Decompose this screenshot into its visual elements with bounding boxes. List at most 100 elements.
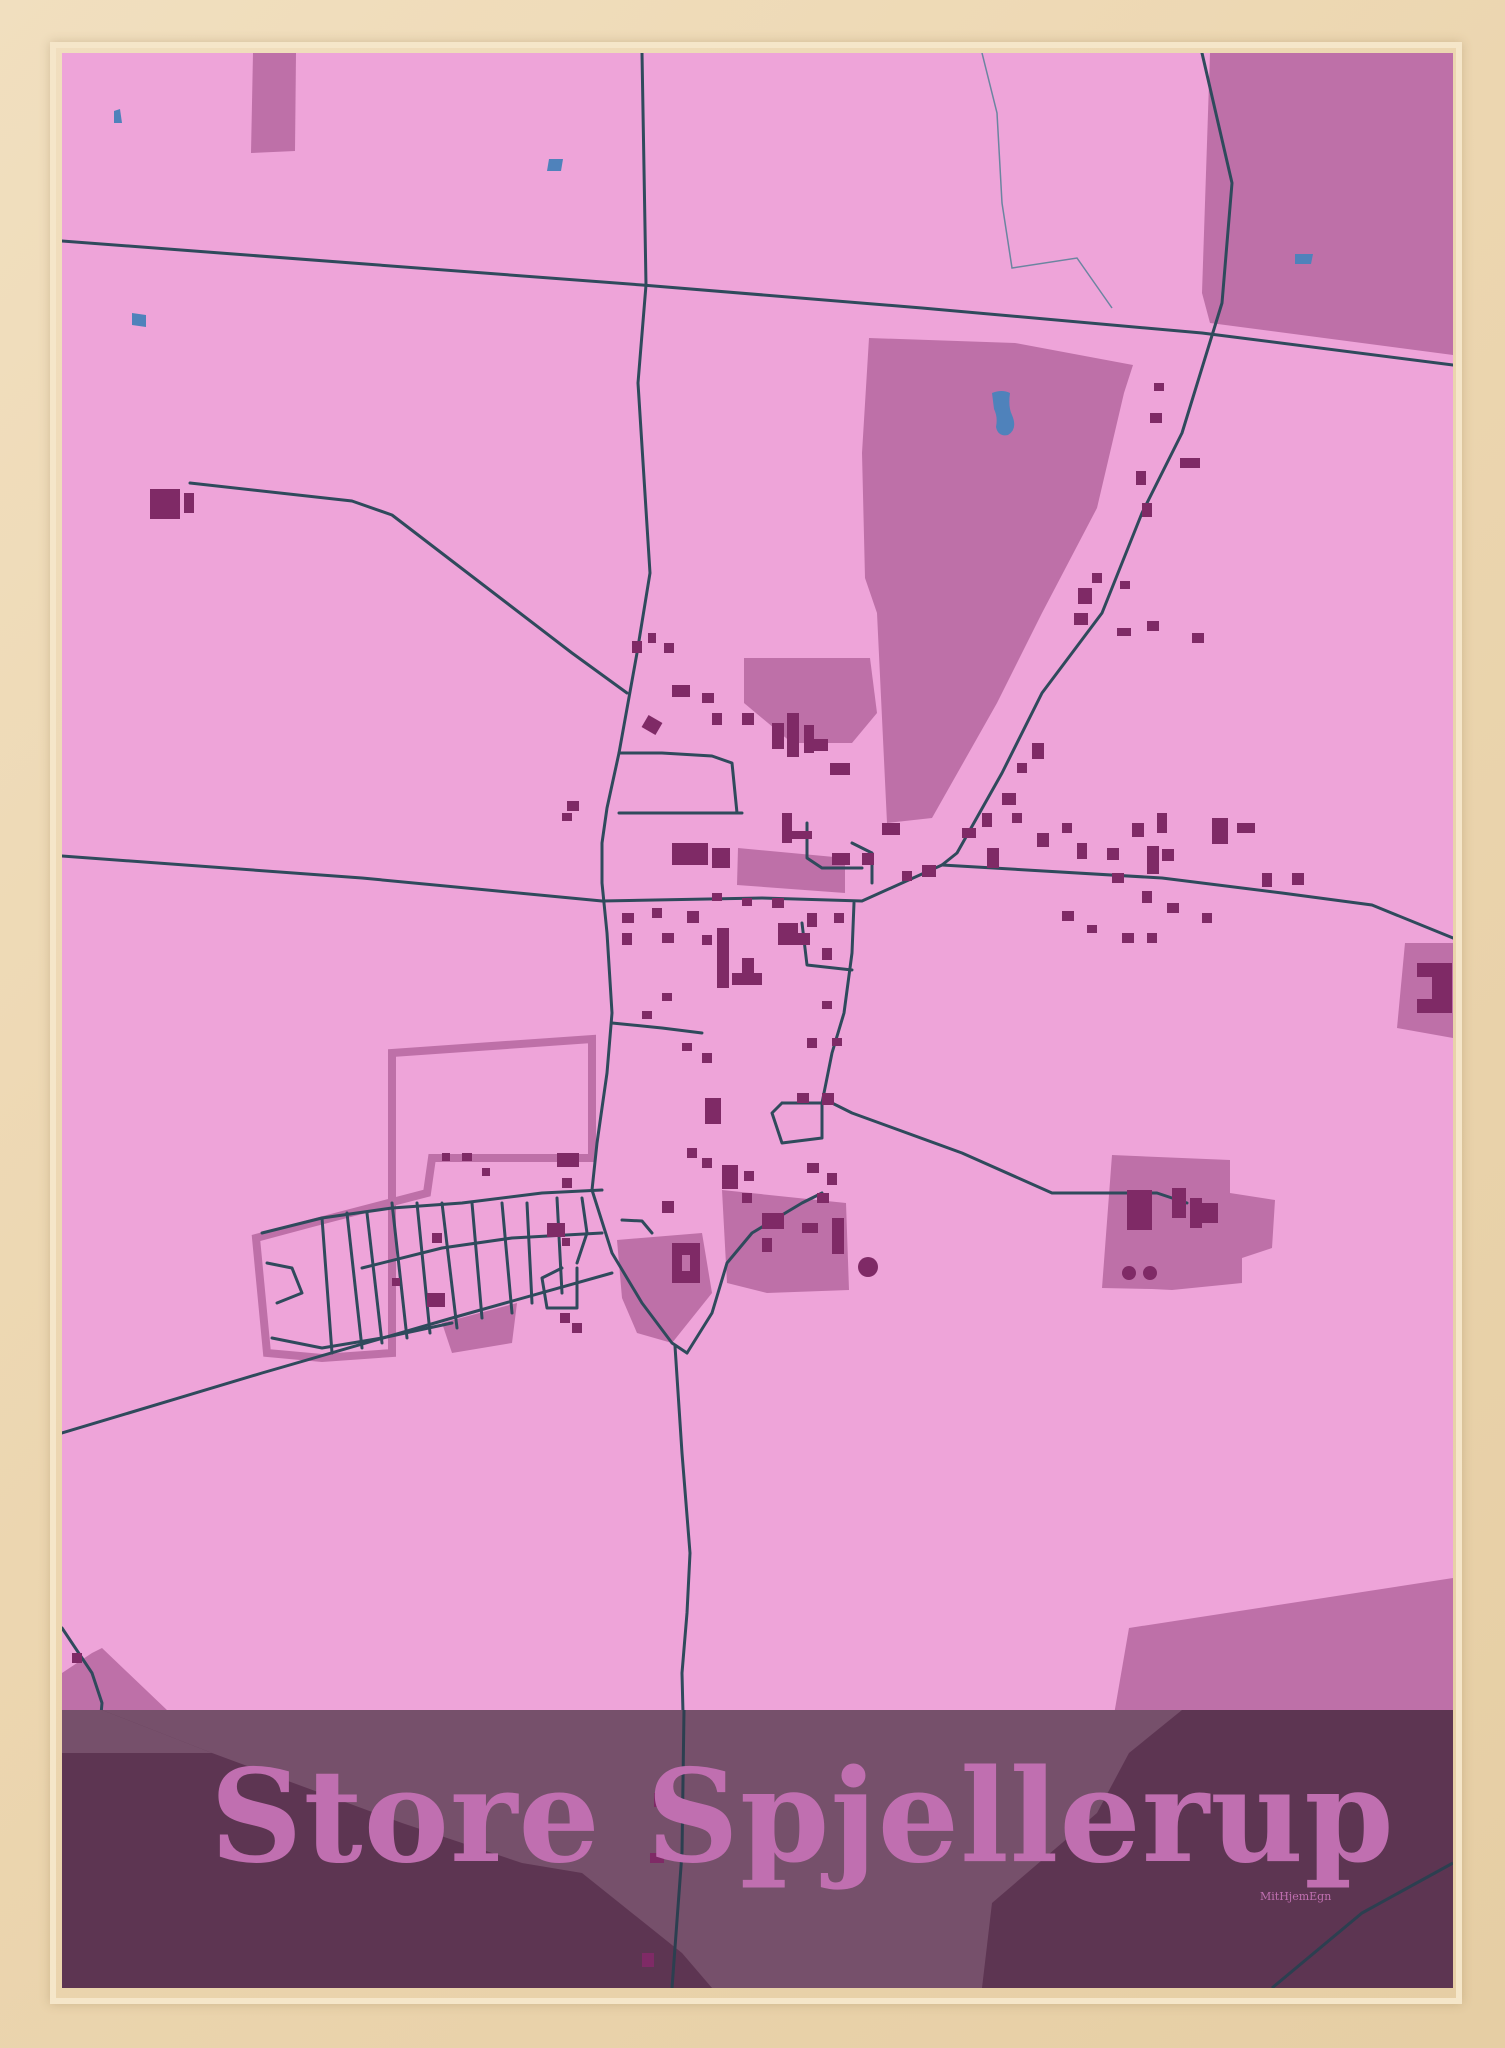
- building-icon: [392, 1278, 400, 1286]
- building-icon: [442, 1153, 450, 1161]
- building-icon: [712, 713, 722, 725]
- building-icon: [1062, 823, 1072, 833]
- building-icon: [798, 933, 810, 945]
- building-icon: [1062, 911, 1074, 921]
- building-icon: [1136, 471, 1146, 485]
- building-icon: [622, 913, 634, 923]
- building-icon: [832, 1218, 844, 1254]
- building-icon: [782, 813, 792, 843]
- building-icon: [862, 853, 874, 865]
- building-icon: [1202, 1203, 1218, 1223]
- building-icon: [672, 685, 690, 697]
- building-icon: [482, 1168, 490, 1176]
- building-icon: [1262, 873, 1272, 887]
- building-icon: [742, 1193, 752, 1203]
- area-north-strip: [251, 53, 296, 153]
- area-northeast: [1202, 53, 1453, 355]
- building-icon: [742, 713, 754, 725]
- building-icon: [797, 1093, 809, 1103]
- map-poster: Store Spjellerup MitHjemEgn: [62, 53, 1453, 1988]
- building-icon: [1032, 743, 1044, 759]
- area-south-center: [722, 1190, 849, 1293]
- building-icon: [712, 848, 730, 868]
- building-icon: [1167, 903, 1179, 913]
- building-icon: [832, 853, 850, 865]
- building-icon: [987, 848, 999, 868]
- building-icon: [822, 948, 832, 960]
- building-icon: [622, 933, 632, 945]
- building-icon: [1077, 843, 1087, 859]
- water-pond-icon: [132, 313, 146, 327]
- building-icon: [702, 693, 714, 703]
- building-icon: [1087, 925, 1097, 933]
- building-icon: [742, 958, 754, 974]
- building-icon: [762, 1238, 772, 1252]
- building-icon: [427, 1293, 445, 1307]
- building-icon: [814, 739, 828, 751]
- building-icon: [432, 1233, 442, 1243]
- building-icon: [1017, 763, 1027, 773]
- building-icon: [882, 823, 900, 835]
- building-icon: [1162, 849, 1174, 861]
- building-icon: [1157, 813, 1167, 833]
- building-icon: [1154, 383, 1164, 391]
- building-icon: [1147, 846, 1159, 874]
- building-icon: [702, 1053, 712, 1063]
- building-icon: [832, 1038, 842, 1046]
- building-icon: [762, 1213, 784, 1229]
- building-icon: [702, 935, 712, 945]
- building-icon: [1127, 1190, 1152, 1230]
- building-icon: [702, 1158, 712, 1168]
- building-icon: [1012, 813, 1022, 823]
- building-icon: [830, 763, 850, 775]
- building-icon: [1142, 503, 1152, 517]
- building-icon: [1172, 1188, 1186, 1218]
- building-icon: [1192, 633, 1204, 643]
- building-icon: [1132, 823, 1144, 837]
- building-icon: [1202, 913, 1212, 923]
- building-icon: [557, 1153, 579, 1167]
- building-icon: [687, 1148, 697, 1158]
- building-icon: [632, 641, 642, 653]
- water-pond-icon: [1295, 254, 1313, 264]
- map-canvas: [62, 53, 1453, 1988]
- building-icon: [1150, 413, 1162, 423]
- building-icon: [1190, 1198, 1202, 1228]
- building-icon: [1143, 1266, 1157, 1280]
- building-icon: [1147, 621, 1159, 631]
- building-icon: [822, 1001, 832, 1009]
- building-icon: [1002, 793, 1016, 805]
- building-icon: [1237, 823, 1255, 833]
- building-icon: [802, 1223, 818, 1233]
- building-icon: [1078, 588, 1092, 604]
- building-icon: [664, 643, 674, 653]
- building-icon: [642, 1011, 652, 1019]
- building-icon: [1212, 818, 1228, 844]
- building-icon: [705, 1098, 721, 1124]
- building-icon: [712, 893, 722, 901]
- building-icon: [1037, 833, 1049, 847]
- building-icon: [792, 831, 812, 839]
- building-icon: [1142, 891, 1152, 903]
- building-icon: [982, 813, 992, 827]
- building-icon: [817, 1193, 829, 1203]
- water-pond-icon: [547, 159, 563, 171]
- building-icon: [922, 865, 936, 877]
- building-icon: [772, 898, 784, 908]
- building-icon: [1092, 573, 1102, 583]
- building-icon: [722, 1165, 738, 1189]
- building-icon: [1292, 873, 1304, 885]
- building-icon: [787, 713, 799, 757]
- building-icon: [652, 908, 662, 918]
- building-icon: [742, 898, 752, 906]
- building-icon: [560, 1313, 570, 1323]
- building-icon: [547, 1223, 565, 1237]
- building-icon: [902, 871, 912, 881]
- building-icon: [822, 1093, 834, 1105]
- building-icon: [804, 725, 814, 753]
- building-icon: [807, 913, 817, 927]
- poster-title: Store Spjellerup: [210, 1742, 1395, 1892]
- building-icon: [662, 933, 674, 943]
- building-icon: [834, 913, 844, 923]
- building-icon: [562, 1238, 570, 1246]
